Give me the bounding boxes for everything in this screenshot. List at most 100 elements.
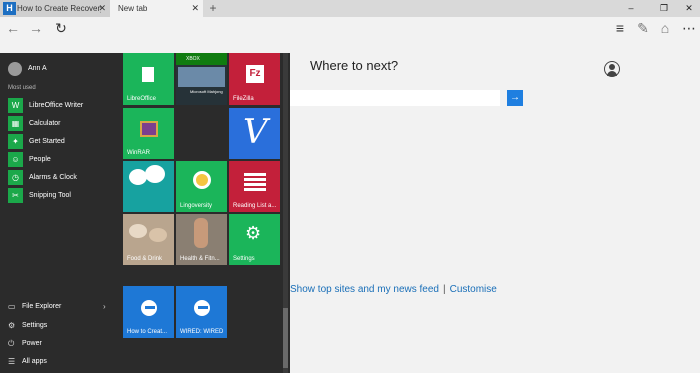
profile-avatar-icon[interactable] [604, 61, 620, 77]
list-icon: ☰ [8, 357, 16, 366]
share-icon[interactable]: ⌂ [656, 19, 674, 37]
tab-recovery[interactable]: H How to Create Recovery Par ✕ [0, 0, 110, 17]
hub-icon[interactable]: ≡ [611, 19, 629, 37]
tile-label: Food & Drink [127, 256, 163, 262]
fitness-photo [194, 218, 208, 248]
start-left-column: Ann A Most used W LibreOffice Writer ▦ C… [0, 53, 118, 373]
most-used-heading: Most used [8, 85, 36, 91]
app-item-people[interactable]: ☺ People [8, 152, 51, 168]
user-name: Ann A [28, 65, 47, 72]
app-item-snipping-tool[interactable]: ✂ Snipping Tool [8, 188, 71, 204]
top-sites-link[interactable]: Show top sites and my news feed [290, 284, 439, 295]
tile-winrar[interactable]: WinRAR [123, 108, 174, 159]
search-input[interactable] [288, 90, 500, 106]
refresh-icon[interactable]: ↻ [52, 19, 70, 37]
chevron-right-icon[interactable]: › [103, 302, 106, 311]
tile-wired[interactable]: WIRED: WIRED [176, 286, 227, 338]
forward-arrow-icon[interactable]: → [27, 19, 45, 37]
tab-label: New tab [118, 4, 148, 13]
tile-label: Reading List a... [233, 203, 277, 209]
food-photo [129, 224, 147, 238]
feed-links: Show top sites and my news feed | Customis… [290, 284, 497, 295]
writer-icon: W [8, 98, 23, 113]
separator: | [442, 284, 446, 295]
tile-label: WIRED: WIRED [180, 329, 224, 335]
lightbulb-icon: ✦ [8, 134, 23, 149]
search-go-arrow-icon[interactable]: → [507, 90, 523, 106]
tile-food-drink[interactable]: Food & Drink [123, 214, 174, 265]
all-apps-item[interactable]: ☰ All apps [8, 355, 47, 369]
app-item-get-started[interactable]: ✦ Get Started [8, 134, 65, 150]
tile-label: How to Creat... [127, 329, 168, 335]
winrar-icon [140, 121, 158, 137]
user-avatar [8, 62, 22, 76]
edge-icon [141, 300, 157, 316]
food-photo [149, 228, 167, 242]
tile-label: Health & Fitn... [180, 256, 220, 262]
tab-close-icon[interactable]: ✕ [98, 0, 106, 17]
xbox-badge: XBOX [176, 53, 227, 65]
mahjong-art [178, 67, 225, 87]
more-icon[interactable]: ⋯ [680, 19, 698, 37]
scrollbar-thumb[interactable] [283, 308, 288, 368]
title-bar: H How to Create Recovery Par ✕ New tab ✕… [0, 0, 700, 17]
file-explorer-item[interactable]: ▭ File Explorer [8, 300, 61, 314]
restore-button[interactable]: ❐ [655, 0, 673, 17]
tab-close-icon[interactable]: ✕ [191, 0, 199, 17]
minimize-button[interactable]: – [622, 0, 640, 17]
tile-settings[interactable]: ⚙ Settings [229, 214, 280, 265]
app-label: Calculator [29, 120, 61, 127]
power-icon: ⏻ [8, 339, 15, 348]
tile-label: WinRAR [127, 150, 151, 156]
tile-label: FileZilla [233, 96, 254, 102]
clock-icon: ◷ [8, 170, 23, 185]
bottom-label: Power [22, 340, 42, 347]
tile-vimeo[interactable]: V [229, 108, 280, 159]
bottom-label: Settings [22, 322, 48, 329]
app-item-libreoffice-writer[interactable]: W LibreOffice Writer [8, 98, 83, 114]
tile-label: Microsoft Mahjong [190, 89, 223, 94]
tile-label: Lingoversity [180, 203, 213, 209]
edge-icon [194, 300, 210, 316]
app-item-alarms-clock[interactable]: ◷ Alarms & Clock [8, 170, 77, 186]
globe-icon [193, 171, 211, 189]
navigation-bar: ← → ↻ ≡ ✎ ⌂ ⋯ [0, 17, 700, 39]
user-account[interactable]: Ann A [8, 61, 47, 77]
back-arrow-icon[interactable]: ← [4, 19, 22, 37]
v-logo-icon: V [243, 112, 268, 152]
power-item[interactable]: ⏻ Power [8, 337, 42, 351]
calculator-icon: ▦ [8, 116, 23, 131]
gear-icon: ⚙ [8, 321, 16, 330]
close-button[interactable]: ✕ [680, 0, 698, 17]
web-note-icon[interactable]: ✎ [634, 19, 652, 37]
app-label: Get Started [29, 138, 65, 145]
tile-lingoversity[interactable]: Lingoversity [176, 161, 227, 212]
app-label: Alarms & Clock [29, 174, 77, 181]
bottom-label: File Explorer [22, 303, 62, 310]
tile-mahjong[interactable]: XBOX Microsoft Mahjong [176, 53, 227, 105]
tile-label: Settings [233, 256, 255, 262]
tile-health-fitness[interactable]: Health & Fitn... [176, 214, 227, 265]
settings-item[interactable]: ⚙ Settings [8, 319, 47, 333]
customise-link[interactable]: Customise [450, 284, 497, 295]
new-tab-plus-icon[interactable]: + [206, 0, 220, 17]
app-label: People [29, 156, 51, 163]
start-menu: Ann A Most used W LibreOffice Writer ▦ C… [0, 53, 290, 373]
gear-icon: ⚙ [245, 223, 262, 243]
app-label: LibreOffice Writer [29, 102, 84, 109]
app-label: Snipping Tool [29, 192, 71, 199]
tile-reading-list[interactable]: Reading List a... [229, 161, 280, 212]
folder-icon: ▭ [8, 302, 16, 311]
tile-filezilla[interactable]: Fz FileZilla [229, 53, 280, 105]
reading-list-icon [244, 173, 266, 176]
people-icon: ☺ [8, 152, 23, 167]
app-item-calculator[interactable]: ▦ Calculator [8, 116, 61, 132]
speech-bubble-icon [145, 165, 165, 183]
tab-new-tab[interactable]: New tab ✕ [110, 0, 203, 17]
tile-chat[interactable] [123, 161, 174, 212]
tile-how-to-create[interactable]: How to Creat... [123, 286, 174, 338]
start-scrollbar[interactable] [283, 53, 288, 373]
browser-app-icon: H [3, 2, 16, 15]
bottom-label: All apps [22, 358, 47, 365]
tile-libreoffice[interactable]: LibreOffice [123, 53, 174, 105]
